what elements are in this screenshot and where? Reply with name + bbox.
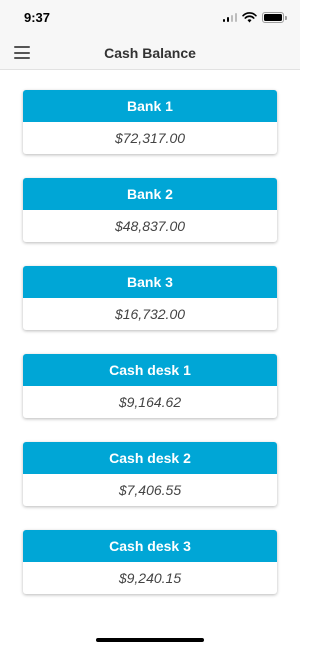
account-card-cash-desk-1[interactable]: Cash desk 1 $9,164.62: [23, 354, 277, 418]
account-card-cash-desk-3[interactable]: Cash desk 3 $9,240.15: [23, 530, 277, 594]
account-name: Bank 1: [23, 90, 277, 122]
account-name: Cash desk 3: [23, 530, 277, 562]
nav-bar: Cash Balance: [0, 36, 300, 70]
account-name: Bank 2: [23, 178, 277, 210]
account-card-bank-2[interactable]: Bank 2 $48,837.00: [23, 178, 277, 242]
wifi-icon: [242, 12, 257, 23]
account-name: Cash desk 2: [23, 442, 277, 474]
account-balance: $16,732.00: [114, 306, 186, 322]
account-name: Cash desk 1: [23, 354, 277, 386]
page-title: Cash Balance: [104, 45, 196, 61]
account-balance: $72,317.00: [114, 130, 186, 146]
battery-icon: [262, 12, 287, 23]
account-balance: $48,837.00: [114, 218, 186, 234]
account-balance: $7,406.55: [118, 482, 182, 498]
account-card-bank-1[interactable]: Bank 1 $72,317.00: [23, 90, 277, 154]
account-card-bank-3[interactable]: Bank 3 $16,732.00: [23, 266, 277, 330]
account-balance: $9,164.62: [118, 394, 182, 410]
account-balance: $9,240.15: [118, 570, 182, 586]
account-name: Bank 3: [23, 266, 277, 298]
status-time: 9:37: [24, 10, 51, 25]
account-list: Bank 1 $72,317.00 Bank 2 $48,837.00 Bank…: [23, 90, 277, 618]
status-bar: 9:37: [0, 0, 300, 36]
status-icons: [222, 12, 287, 23]
signal-icon: [222, 13, 237, 22]
home-indicator[interactable]: [96, 638, 204, 642]
account-card-cash-desk-2[interactable]: Cash desk 2 $7,406.55: [23, 442, 277, 506]
